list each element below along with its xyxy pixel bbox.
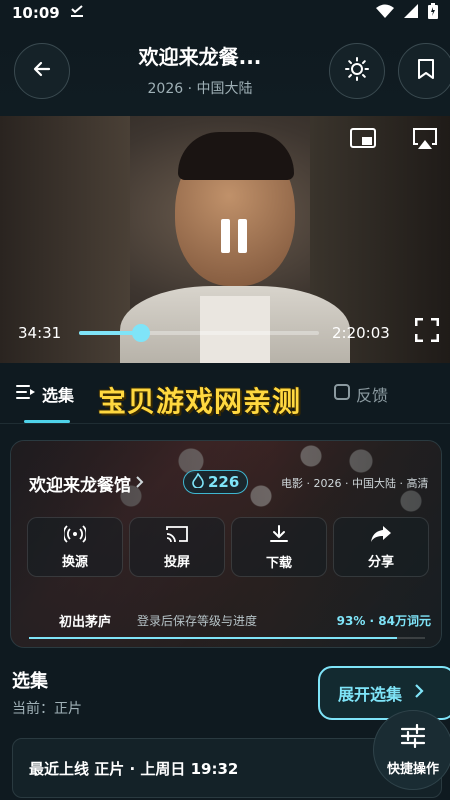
- fullscreen-button[interactable]: [414, 317, 440, 346]
- brightness-button[interactable]: [329, 43, 385, 99]
- tab-feedback-label: 反馈: [356, 386, 389, 405]
- sun-icon: [345, 57, 369, 85]
- sliders-icon: [400, 723, 426, 752]
- airplay-button[interactable]: [410, 126, 440, 156]
- video-frame-figure-shirt: [200, 296, 270, 363]
- picture-in-picture-icon: [350, 128, 376, 154]
- wifi-icon: [376, 4, 394, 22]
- title-block: 欢迎来龙餐... 2026 · 中国大陆: [80, 41, 320, 98]
- movie-meta: 电影 · 2026 · 中国大陆 · 高清: [281, 477, 429, 490]
- switch-source-button[interactable]: 换源: [27, 517, 123, 577]
- pause-button[interactable]: [212, 216, 256, 260]
- download-button[interactable]: 下载: [231, 517, 327, 577]
- back-button[interactable]: [14, 43, 70, 99]
- total-time: 2:20:03: [332, 324, 390, 342]
- current-episode: 当前：正片: [12, 701, 82, 717]
- episodes-heading: 选集: [12, 671, 48, 692]
- quick-actions-label: 快捷操作: [386, 761, 439, 777]
- share-label: 分享: [367, 554, 394, 570]
- video-frame-figure-hair: [178, 132, 294, 180]
- level-progress-bar: [29, 637, 425, 639]
- share-button[interactable]: 分享: [333, 517, 429, 577]
- picture-in-picture-button[interactable]: [348, 126, 378, 156]
- level-stat: 93% · 84万词元: [336, 614, 431, 628]
- arrow-left-icon: [32, 59, 52, 83]
- bookmark-button[interactable]: [398, 43, 450, 99]
- source-icon: [62, 524, 88, 547]
- share-icon: [370, 525, 392, 547]
- progress-slider[interactable]: [79, 324, 319, 342]
- download-label: 下载: [265, 555, 292, 571]
- page-subtitle: 2026 · 中国大陆: [147, 81, 253, 97]
- status-time: 10:09: [12, 4, 60, 22]
- heat-badge: 226: [183, 470, 249, 494]
- page-title: 欢迎来龙餐...: [138, 45, 262, 69]
- download-done-icon: [70, 5, 84, 21]
- top-header: 欢迎来龙餐... 2026 · 中国大陆: [0, 26, 450, 116]
- tab-active-indicator: [24, 420, 70, 423]
- playlist-icon: [16, 384, 36, 404]
- flame-icon: [192, 471, 204, 492]
- download-icon: [269, 524, 289, 548]
- video-player[interactable]: 34:31 2:20:03: [0, 116, 450, 363]
- battery-icon: [428, 3, 438, 23]
- chevron-right-icon: [414, 683, 424, 703]
- watermark-text: 宝贝游戏网亲测: [98, 385, 302, 418]
- signal-icon: [404, 4, 418, 22]
- pause-icon: [219, 219, 249, 257]
- movie-info-card: 欢迎来龙餐馆 226 电影 · 2026 · 中国大陆 · 高清 换源 投屏 下…: [10, 440, 442, 648]
- tab-episodes[interactable]: 选集: [16, 382, 74, 406]
- status-bar: 10:09: [0, 0, 450, 26]
- fullscreen-icon: [414, 317, 440, 346]
- expand-episodes-label: 展开选集: [338, 685, 403, 704]
- airplay-icon: [412, 127, 438, 155]
- tab-episodes-label: 选集: [42, 386, 75, 405]
- chevron-right-icon: [135, 474, 145, 494]
- latest-episode-text: 最近上线 正片 · 上周日 19:32: [29, 759, 239, 778]
- expand-episodes-button[interactable]: 展开选集: [318, 666, 450, 720]
- user-level: 初出茅庐: [59, 615, 112, 630]
- movie-title-link[interactable]: 欢迎来龙餐馆: [29, 471, 145, 496]
- level-hint[interactable]: 登录后保存等级与进度: [137, 612, 257, 629]
- cast-label: 投屏: [163, 554, 190, 570]
- movie-title: 欢迎来龙餐馆: [29, 476, 131, 496]
- heat-value: 226: [208, 473, 240, 491]
- cast-icon: [166, 525, 188, 547]
- quick-actions-button[interactable]: 快捷操作: [373, 710, 450, 790]
- switch-source-label: 换源: [61, 554, 88, 570]
- action-row: 换源 投屏 下载 分享: [27, 517, 429, 577]
- current-time: 34:31: [18, 324, 62, 342]
- cast-button[interactable]: 投屏: [129, 517, 225, 577]
- bookmark-icon: [417, 58, 435, 84]
- level-progress-fill: [29, 637, 398, 639]
